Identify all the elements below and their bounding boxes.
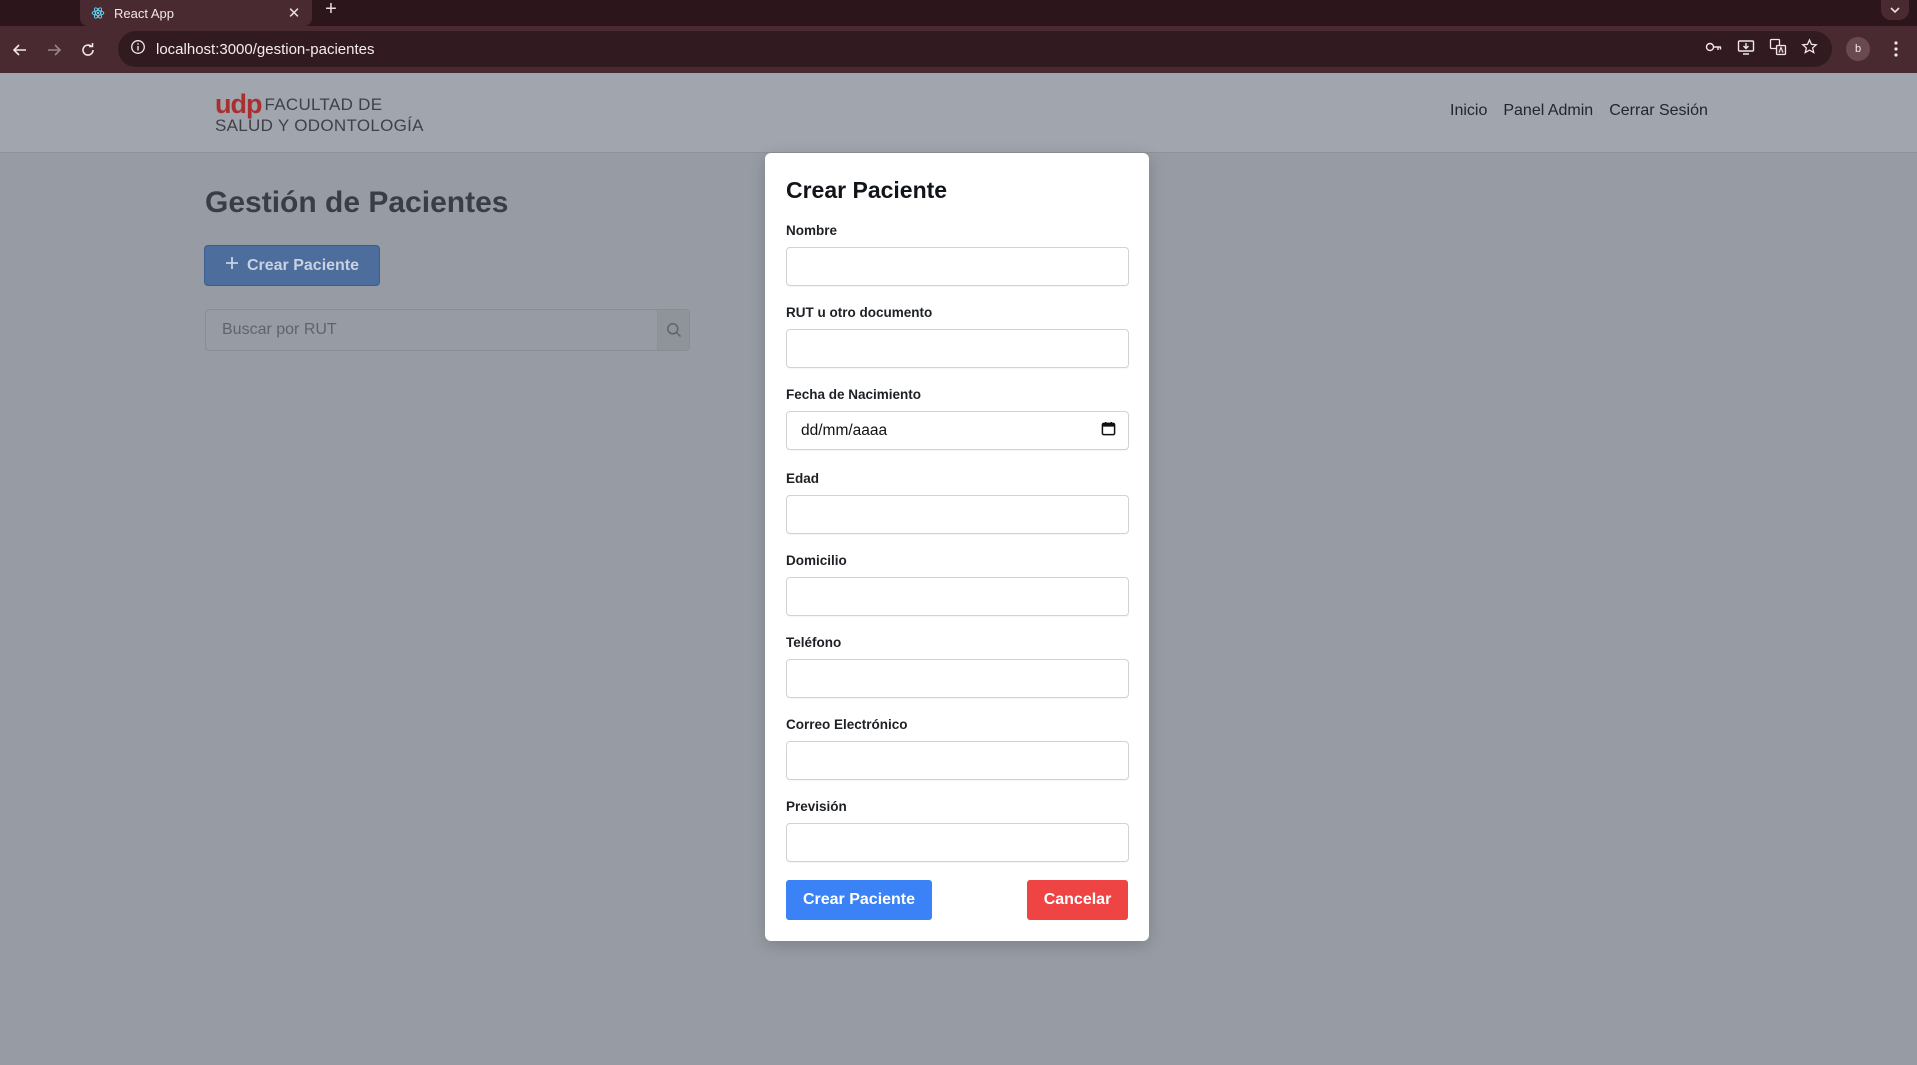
input-rut[interactable] [786, 329, 1129, 368]
input-nombre[interactable] [786, 247, 1129, 286]
tab-title: React App [114, 5, 174, 21]
create-patient-label: Crear Paciente [246, 256, 360, 274]
tab-close-icon[interactable]: ✕ [286, 4, 302, 22]
cancel-button[interactable]: Cancelar [1027, 880, 1128, 920]
search-icon[interactable] [657, 310, 689, 350]
date-value: dd/mm/aaaa [801, 421, 888, 439]
field-telefono: Teléfono [786, 635, 1129, 698]
input-prevision[interactable] [786, 823, 1129, 862]
modal-title: Crear Paciente [786, 177, 948, 203]
tab-search-icon[interactable] [1881, 0, 1909, 20]
forward-icon[interactable] [40, 36, 68, 64]
input-telefono[interactable] [786, 659, 1129, 698]
page-title: Gestión de Pacientes [205, 186, 509, 219]
label-rut: RUT u otro documento [786, 305, 933, 320]
field-fecha-nacimiento: Fecha de Nacimiento dd/mm/aaaa [786, 387, 1129, 450]
udp-logo[interactable]: udp FACULTAD DE SALUD Y ODONTOLOGÍA [215, 91, 424, 136]
profile-avatar[interactable]: b [1846, 37, 1870, 61]
field-edad: Edad [786, 471, 1129, 534]
field-prevision: Previsión [786, 799, 1129, 862]
url-text: localhost:3000/gestion-pacientes [156, 40, 375, 58]
logo-line1: FACULTAD DE [264, 95, 383, 114]
label-prevision: Previsión [786, 799, 847, 814]
create-patient-button[interactable]: Crear Paciente [204, 245, 380, 286]
search-input[interactable]: Buscar por RUT [206, 321, 657, 339]
label-correo: Correo Electrónico [786, 717, 908, 732]
submit-button[interactable]: Crear Paciente [786, 880, 932, 920]
back-icon[interactable] [6, 36, 34, 64]
nav-panel-admin[interactable]: Panel Admin [1503, 102, 1593, 120]
label-nombre: Nombre [786, 223, 838, 238]
browser-tabstrip: React App ✕ + [0, 0, 1917, 26]
create-patient-modal: Crear Paciente Nombre RUT u otro documen… [765, 153, 1149, 941]
logo-brand: udp [215, 89, 262, 119]
label-telefono: Teléfono [786, 635, 842, 650]
nav-inicio[interactable]: Inicio [1450, 102, 1487, 120]
logo-line2: SALUD Y ODONTOLOGÍA [215, 116, 424, 135]
address-bar[interactable]: localhost:3000/gestion-pacientes [118, 31, 1832, 67]
field-nombre: Nombre [786, 223, 1129, 286]
browser-menu-icon[interactable] [1884, 37, 1908, 61]
site-info-icon[interactable] [130, 39, 146, 60]
field-rut: RUT u otro documento [786, 305, 1129, 368]
password-key-icon[interactable] [1705, 40, 1723, 59]
input-fecha-nacimiento[interactable]: dd/mm/aaaa [786, 411, 1129, 450]
site-header: udp FACULTAD DE SALUD Y ODONTOLOGÍA Inici… [0, 73, 1917, 153]
search-rut-field[interactable]: Buscar por RUT [205, 309, 690, 351]
calendar-icon[interactable] [1101, 421, 1116, 441]
react-icon [90, 5, 106, 21]
plus-icon [225, 256, 239, 275]
label-fecha-nacimiento: Fecha de Nacimiento [786, 387, 922, 402]
browser-tab[interactable]: React App ✕ [80, 0, 312, 26]
nav-cerrar-sesion[interactable]: Cerrar Sesión [1609, 102, 1708, 120]
browser-toolbar: localhost:3000/gestion-pacientes b [0, 26, 1917, 73]
main-nav: Inicio Panel Admin Cerrar Sesión [1450, 102, 1708, 120]
input-edad[interactable] [786, 495, 1129, 534]
label-domicilio: Domicilio [786, 553, 847, 568]
translate-icon[interactable] [1769, 38, 1787, 61]
label-edad: Edad [786, 471, 820, 486]
install-app-icon[interactable] [1737, 39, 1755, 60]
input-domicilio[interactable] [786, 577, 1129, 616]
new-tab-icon[interactable]: + [320, 0, 342, 22]
field-domicilio: Domicilio [786, 553, 1129, 616]
bookmark-star-icon[interactable] [1801, 38, 1818, 60]
field-correo: Correo Electrónico [786, 717, 1129, 780]
input-correo[interactable] [786, 741, 1129, 780]
reload-icon[interactable] [74, 36, 102, 64]
